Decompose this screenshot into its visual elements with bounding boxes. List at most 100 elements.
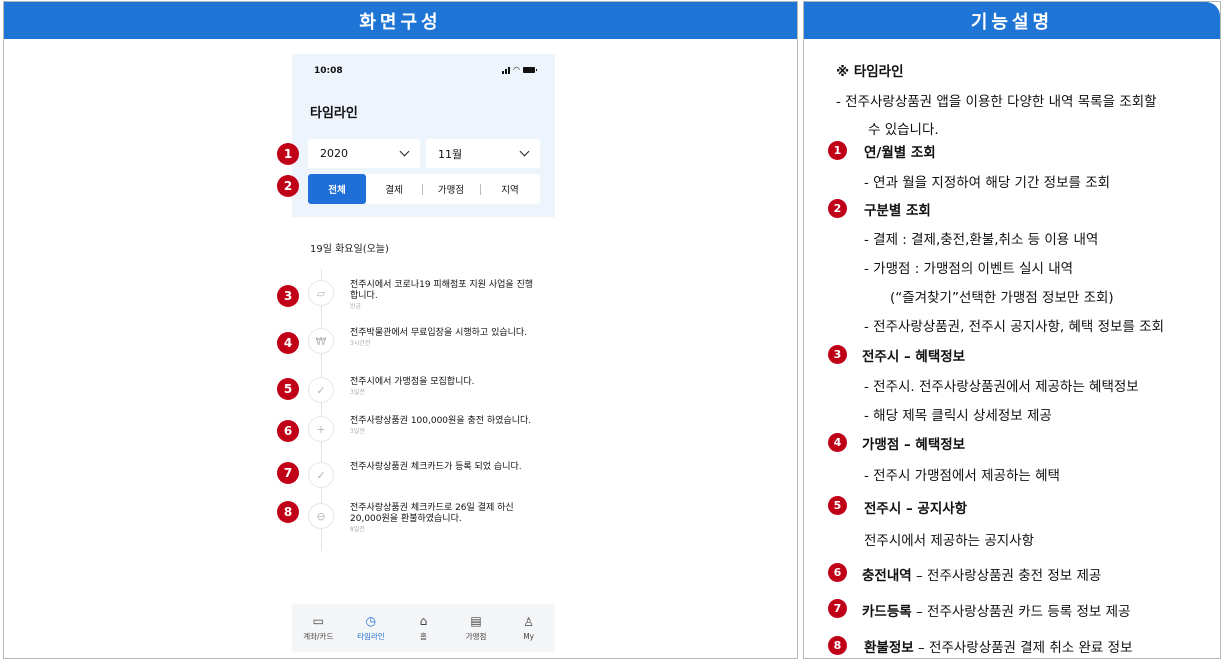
year-select-value: 2020 (320, 147, 348, 160)
desc-item-title: 구분별 조회 (864, 203, 931, 219)
tab-region[interactable]: 지역 (480, 174, 540, 204)
timeline-item-body: 전주사랑상품권 체크카드가 등록 되었 습니다. (350, 462, 540, 473)
desc-item-line: (“즐겨찾기”선택한 가맹점 정보만 조회) (890, 290, 1114, 306)
year-select[interactable]: 2020 (308, 139, 420, 168)
marker-2: 2 (277, 175, 299, 197)
nav-item-merchant[interactable]: ▤ 가맹점 (450, 604, 503, 652)
desc-marker-7: 7 (828, 599, 847, 618)
nav-item-my[interactable]: ♙ My (502, 604, 555, 652)
won-icon: ₩ (308, 328, 334, 354)
section-title: ※ 타임라인 (836, 64, 904, 80)
desc-item-line: - 해당 제목 클릭시 상세정보 제공 (864, 408, 1052, 424)
panel-title: 화면구성 (4, 2, 797, 39)
intro-line: - 전주사랑상품권 앱을 이용한 다양한 내역 목록을 조회할 (836, 94, 1157, 110)
home-icon: ⌂ (419, 613, 428, 628)
desc-item-row: 카드등록 – 전주사랑상품권 카드 등록 정보 제공 (862, 600, 1131, 620)
status-icons: ◠ (502, 65, 537, 74)
battery-icon (523, 67, 537, 73)
timeline-item-text: 전주시에서 가맹점을 모집합니다. (350, 377, 475, 387)
refund-icon: ⊖ (308, 503, 334, 529)
marker-3: 3 (277, 285, 299, 307)
desc-item-line: - 전주시. 전주사랑상품권에서 제공하는 혜택정보 (864, 379, 1139, 395)
timeline-item-body: 전주시에서 가맹점을 모집합니다. 3일전 (350, 377, 540, 398)
tab-payment[interactable]: 결제 (366, 174, 422, 204)
desc-item-title: 연/월별 조회 (864, 145, 936, 161)
timeline-item-body: 전주박물관에서 무료입장을 시행하고 있습니다. 3시간전 (350, 328, 540, 349)
timeline-item-body: 전주사랑상품권 체크카드로 26일 결제 하신 20,000원을 환불하였습니다… (350, 503, 540, 535)
feature-description-panel: 기능설명 ※ 타임라인 - 전주사랑상품권 앱을 이용한 다양한 내역 목록을 … (803, 1, 1221, 659)
marker-5: 5 (277, 378, 299, 400)
marker-1: 1 (277, 143, 299, 165)
desc-item-title: 가맹점 – 혜택정보 (862, 437, 966, 453)
marker-6: 6 (277, 420, 299, 442)
chevron-down-icon (399, 146, 410, 157)
timeline-item-text: 전주사랑상품권 체크카드가 등록 되었 습니다. (350, 462, 522, 472)
nav-item-account-card[interactable]: ▭ 계좌/카드 (292, 604, 345, 652)
desc-item-line: - 가맹점 : 가맹점의 이벤트 실시 내역 (864, 261, 1074, 277)
nav-item-label: 계좌/카드 (303, 631, 334, 641)
month-select[interactable]: 11월 (426, 139, 540, 168)
phone-screen: 10:08 ◠ 타임라인 2020 11월 전체 결제 가맹점 지역 19일 화… (292, 54, 555, 652)
desc-item-row: 환불정보 – 전주사랑상품권 결제 취소 완료 정보 (864, 636, 1133, 656)
tab-all[interactable]: 전체 (308, 174, 366, 204)
desc-item-line: - 전주사랑상품권, 전주시 공지사항, 혜택 정보를 조회 (864, 319, 1165, 335)
nav-item-label: 타임라인 (357, 631, 385, 641)
desc-item-rest: – 전주사랑상품권 충전 정보 제공 (911, 568, 1102, 584)
check-icon: ✓ (308, 462, 334, 488)
desc-item-row: 충전내역 – 전주사랑상품권 충전 정보 제공 (862, 564, 1101, 584)
timeline-item-time: 3일전 (350, 389, 365, 396)
nav-item-label: 홈 (420, 631, 427, 641)
desc-marker-3: 3 (828, 345, 847, 364)
clock-icon: ◷ (365, 613, 377, 628)
nav-item-label: 가맹점 (465, 631, 487, 641)
desc-item-title: 전주시 – 혜택정보 (862, 349, 966, 365)
check-icon: ✓ (308, 377, 334, 403)
card-icon: ▭ (312, 613, 324, 628)
timeline-item-time: 8일전 (350, 526, 365, 533)
timeline-item-time: 3시간전 (350, 340, 371, 347)
desc-item-line: - 전주시 가맹점에서 제공하는 혜택 (864, 468, 1060, 484)
desc-item-title: 환불정보 (864, 640, 914, 656)
desc-marker-8: 8 (828, 636, 847, 655)
desc-item-title: 카드등록 (862, 604, 912, 620)
timeline-item-text: 전주박물관에서 무료입장을 시행하고 있습니다. (350, 328, 528, 338)
month-select-value: 11월 (438, 147, 463, 161)
desc-item-rest: – 전주사랑상품권 카드 등록 정보 제공 (911, 604, 1131, 620)
desc-item-line: 전주시에서 제공하는 공지사항 (864, 533, 1035, 549)
desc-marker-2: 2 (828, 199, 847, 218)
nav-item-label: My (523, 631, 535, 641)
marker-7: 7 (277, 462, 299, 484)
timeline-item-text: 전주시에서 코로나19 피해점포 지원 사업을 진행합니다. (350, 280, 534, 301)
desc-marker-6: 6 (828, 563, 847, 582)
screen-layout-panel: 화면구성 10:08 ◠ 타임라인 2020 11월 전체 결제 가맹점 지역 … (3, 1, 798, 659)
user-icon: ♙ (523, 614, 535, 629)
timeline-item-text: 전주사랑상품권 100,000원을 충전 하였습니다. (350, 416, 532, 426)
wifi-icon: ◠ (513, 65, 520, 74)
signal-icon (502, 66, 511, 74)
bottom-nav: ▭ 계좌/카드 ◷ 타임라인 ⌂ 홈 ▤ 가맹점 ♙ My (292, 604, 555, 652)
timeline-item-body: 전주사랑상품권 100,000원을 충전 하였습니다. 3일전 (350, 416, 540, 437)
panel-title: 기능설명 (804, 2, 1220, 39)
store-icon: ▤ (470, 613, 482, 628)
desc-item-line: - 연과 월을 지정하여 해당 기간 정보를 조회 (864, 175, 1111, 191)
desc-item-rest: – 전주사랑상품권 결제 취소 완료 정보 (913, 640, 1133, 656)
desc-marker-5: 5 (828, 496, 847, 515)
date-header: 19일 화요일(오늘) (310, 244, 389, 255)
desc-item-line: - 결제 : 결제,충전,환불,취소 등 이용 내역 (864, 232, 1099, 248)
nav-item-home[interactable]: ⌂ 홈 (397, 604, 450, 652)
nav-item-timeline[interactable]: ◷ 타임라인 (345, 604, 398, 652)
map-icon: ▱ (308, 280, 334, 306)
timeline-item-time: 3일전 (350, 428, 365, 435)
tab-merchant[interactable]: 가맹점 (422, 174, 480, 204)
marker-8: 8 (277, 501, 299, 523)
marker-4: 4 (277, 332, 299, 354)
timeline-item-text: 전주사랑상품권 체크카드로 26일 결제 하신 20,000원을 환불하였습니다… (350, 503, 514, 524)
desc-item-title: 충전내역 (862, 568, 912, 584)
chevron-down-icon (519, 146, 530, 157)
page-title: 타임라인 (310, 106, 358, 121)
status-time: 10:08 (314, 66, 343, 76)
desc-marker-4: 4 (828, 433, 847, 452)
plus-icon: + (308, 416, 334, 442)
desc-item-title: 전주시 – 공지사항 (864, 501, 968, 517)
intro-line: 수 있습니다. (868, 122, 939, 138)
